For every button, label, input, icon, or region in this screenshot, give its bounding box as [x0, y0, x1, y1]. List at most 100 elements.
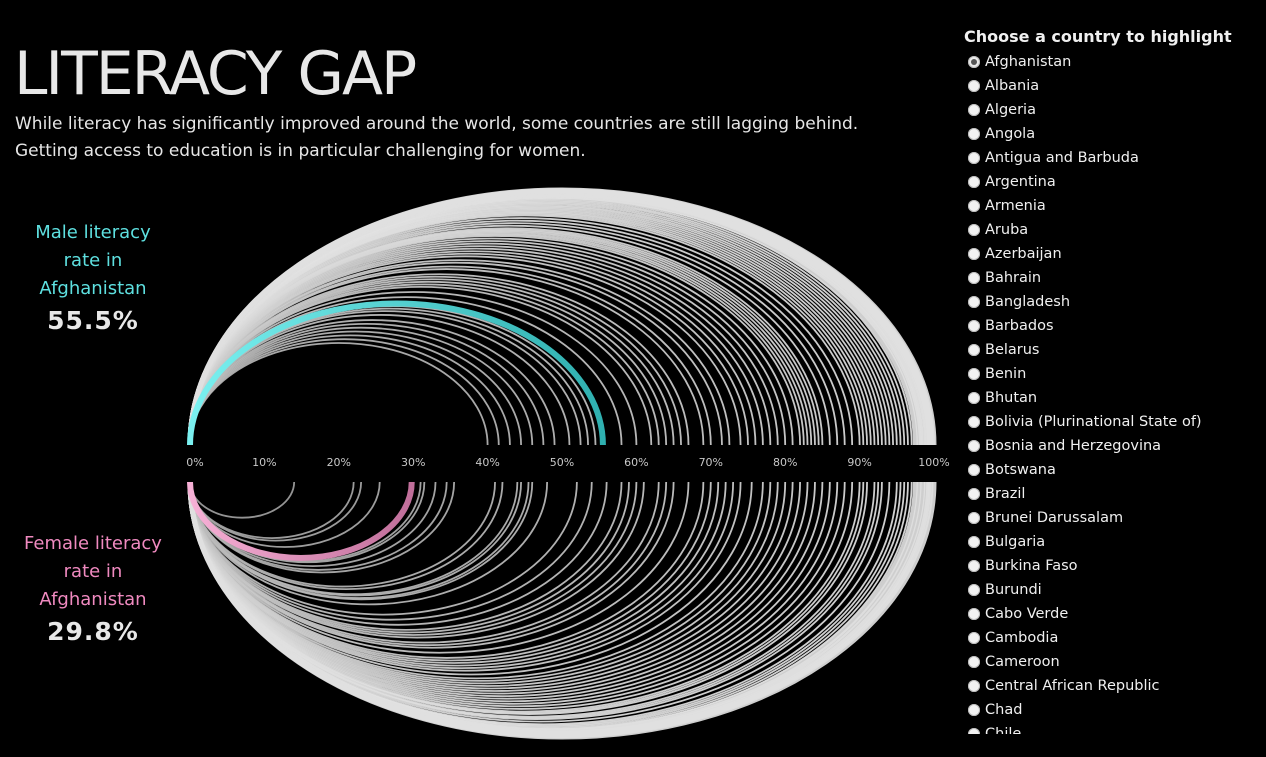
radio-button-icon[interactable] [968, 248, 980, 260]
country-option[interactable]: Angola [964, 122, 1266, 146]
country-option-label: Benin [985, 366, 1027, 382]
country-option[interactable]: Cameroon [964, 650, 1266, 674]
country-option[interactable]: Chile [964, 722, 1266, 734]
country-option[interactable]: Brunei Darussalam [964, 506, 1266, 530]
radio-button-icon[interactable] [968, 560, 980, 572]
female-kpi-label-2: rate in [63, 561, 123, 582]
country-option[interactable]: Bhutan [964, 386, 1266, 410]
female-arc [189, 481, 296, 519]
x-tick-label: 30% [401, 456, 425, 469]
x-tick-label: 10% [252, 456, 276, 469]
x-tick-label: 70% [699, 456, 723, 469]
radio-button-icon[interactable] [968, 224, 980, 236]
country-option[interactable]: Bahrain [964, 266, 1266, 290]
country-radio-list[interactable]: Afghanistan Albania Algeria Angola Antigua a… [964, 50, 1266, 734]
country-option[interactable]: Bulgaria [964, 530, 1266, 554]
country-option[interactable]: Antigua and Barbuda [964, 146, 1266, 170]
country-option[interactable]: Afghanistan [964, 50, 1266, 74]
country-option[interactable]: Chad [964, 698, 1266, 722]
radio-button-icon[interactable] [968, 632, 980, 644]
country-option[interactable]: Belarus [964, 338, 1266, 362]
male-kpi-label-3: Afghanistan [39, 278, 147, 299]
radio-button-icon[interactable] [968, 176, 980, 188]
radio-button-icon[interactable] [968, 200, 980, 212]
country-option-label: Armenia [985, 198, 1046, 214]
radio-button-icon[interactable] [968, 536, 980, 548]
radio-button-icon[interactable] [968, 128, 980, 140]
radio-button-icon[interactable] [968, 656, 980, 668]
country-option[interactable]: Algeria [964, 98, 1266, 122]
male-kpi-value: 55.5% [47, 306, 139, 335]
x-tick-label: 40% [475, 456, 499, 469]
country-option[interactable]: Barbados [964, 314, 1266, 338]
female-kpi-label-1: Female literacy [24, 533, 162, 554]
radio-button-icon[interactable] [968, 104, 980, 116]
country-option-label: Angola [985, 126, 1036, 142]
radio-button-icon[interactable] [968, 680, 980, 692]
filter-title: Choose a country to highlight [964, 27, 1232, 46]
country-option-label: Central African Republic [985, 678, 1160, 694]
radio-button-icon[interactable] [968, 56, 980, 68]
male-kpi-label-2: rate in [63, 250, 123, 271]
country-option-label: Antigua and Barbuda [985, 150, 1139, 166]
radio-button-icon[interactable] [968, 80, 980, 92]
country-option[interactable]: Aruba [964, 218, 1266, 242]
country-option[interactable]: Brazil [964, 482, 1266, 506]
country-option-label: Afghanistan [985, 54, 1072, 70]
country-option[interactable]: Benin [964, 362, 1266, 386]
country-option-label: Cameroon [985, 654, 1060, 670]
country-option[interactable]: Cabo Verde [964, 602, 1266, 626]
country-option-label: Burkina Faso [985, 558, 1078, 574]
country-option[interactable]: Bolivia (Plurinational State of) [964, 410, 1266, 434]
x-tick-label: 0% [186, 456, 203, 469]
x-tick-label: 90% [847, 456, 871, 469]
radio-button-icon[interactable] [968, 272, 980, 284]
country-option[interactable]: Burundi [964, 578, 1266, 602]
country-option-label: Argentina [985, 174, 1056, 190]
radio-button-icon[interactable] [968, 152, 980, 164]
x-tick-label: 60% [624, 456, 648, 469]
country-option-label: Azerbaijan [985, 246, 1062, 262]
country-option-label: Barbados [985, 318, 1054, 334]
male-kpi-label-1: Male literacy [35, 222, 151, 243]
country-option[interactable]: Central African Republic [964, 674, 1266, 698]
radio-button-icon[interactable] [968, 368, 980, 380]
country-option-label: Chile [985, 726, 1022, 734]
country-option[interactable]: Azerbaijan [964, 242, 1266, 266]
country-option-label: Belarus [985, 342, 1040, 358]
radio-button-icon[interactable] [968, 488, 980, 500]
radio-button-icon[interactable] [968, 320, 980, 332]
country-option[interactable]: Armenia [964, 194, 1266, 218]
country-option[interactable]: Bangladesh [964, 290, 1266, 314]
country-option-label: Brazil [985, 486, 1026, 502]
radio-button-icon[interactable] [968, 728, 980, 734]
female-kpi-label-3: Afghanistan [39, 589, 147, 610]
country-option-label: Botswana [985, 462, 1056, 478]
radio-button-icon[interactable] [968, 704, 980, 716]
radio-button-icon[interactable] [968, 584, 980, 596]
country-option[interactable]: Botswana [964, 458, 1266, 482]
radio-button-icon[interactable] [968, 440, 980, 452]
country-option[interactable]: Bosnia and Herzegovina [964, 434, 1266, 458]
country-option[interactable]: Cambodia [964, 626, 1266, 650]
country-option[interactable]: Burkina Faso [964, 554, 1266, 578]
x-tick-label: 50% [550, 456, 574, 469]
female-kpi: Female literacy rate in Afghanistan 29.8… [0, 530, 186, 646]
country-option[interactable]: Albania [964, 74, 1266, 98]
radio-button-icon[interactable] [968, 416, 980, 428]
country-option-label: Aruba [985, 222, 1029, 238]
country-option-label: Brunei Darussalam [985, 510, 1124, 526]
radio-button-icon[interactable] [968, 392, 980, 404]
male-arcs-group [187, 187, 937, 446]
radio-button-icon[interactable] [968, 512, 980, 524]
country-option-label: Bolivia (Plurinational State of) [985, 414, 1202, 430]
radio-button-icon[interactable] [968, 608, 980, 620]
x-tick-label: 100% [918, 456, 949, 469]
radio-button-icon[interactable] [968, 296, 980, 308]
radio-button-icon[interactable] [968, 464, 980, 476]
country-option[interactable]: Argentina [964, 170, 1266, 194]
country-option-label: Chad [985, 702, 1023, 718]
country-option-label: Cabo Verde [985, 606, 1069, 622]
radio-button-icon[interactable] [968, 344, 980, 356]
country-option-label: Bulgaria [985, 534, 1046, 550]
